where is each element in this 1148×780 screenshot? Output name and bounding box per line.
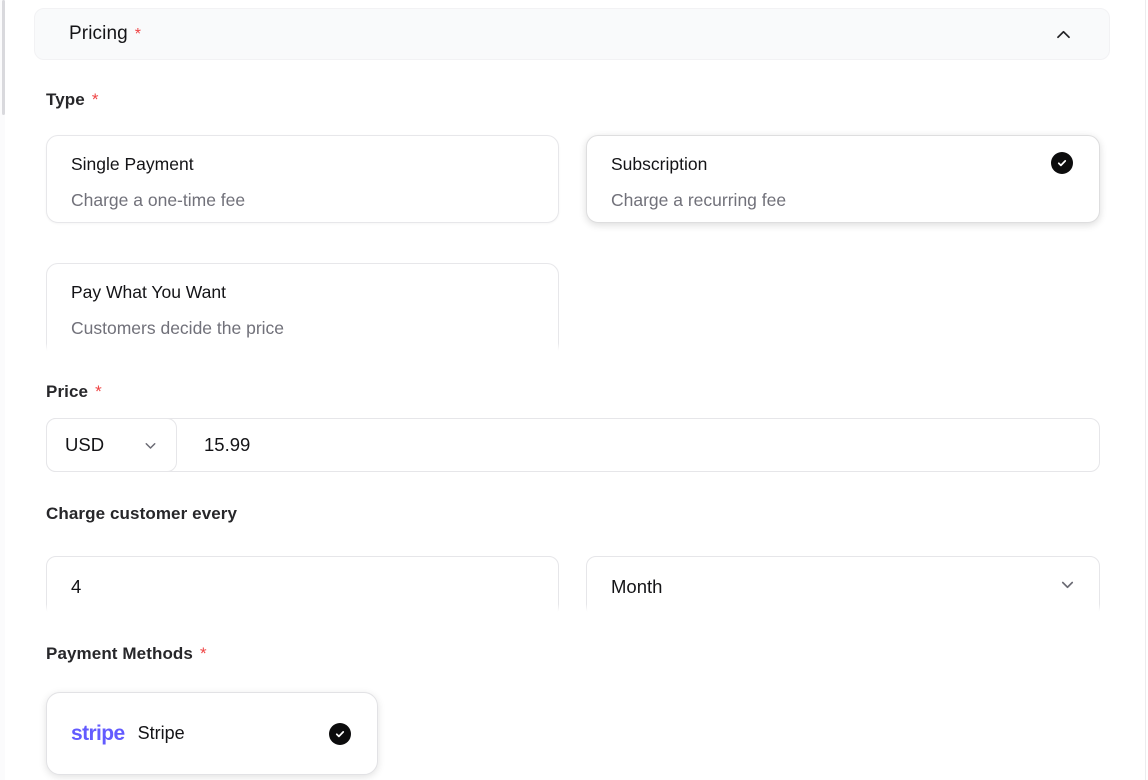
option-description: Customers decide the price: [71, 317, 534, 339]
type-option-subscription[interactable]: Subscription Charge a recurring fee: [586, 135, 1100, 223]
currency-selected-value: USD: [65, 434, 104, 456]
interval-field-label: Charge customer every: [46, 504, 237, 524]
chevron-up-icon[interactable]: [1054, 25, 1073, 44]
interval-count-input[interactable]: [46, 556, 559, 613]
option-title: Single Payment: [71, 153, 534, 175]
price-input[interactable]: [176, 419, 1099, 471]
type-option-single-payment[interactable]: Single Payment Charge a one-time fee: [46, 135, 559, 223]
price-input-group: USD: [46, 418, 1100, 472]
interval-unit-select[interactable]: Month: [586, 556, 1100, 613]
type-label-text: Type: [46, 90, 85, 109]
type-field-label: Type *: [46, 90, 99, 110]
option-description: Charge a recurring fee: [611, 189, 1075, 211]
section-title-text: Pricing: [69, 23, 128, 44]
required-asterisk: *: [200, 644, 207, 663]
pricing-section-title: Pricing *: [69, 23, 141, 45]
chevron-down-icon: [1058, 575, 1077, 594]
chevron-down-icon: [142, 437, 159, 454]
payment-methods-field-label: Payment Methods *: [46, 644, 207, 664]
payment-method-stripe[interactable]: stripe Stripe: [46, 692, 378, 775]
required-asterisk: *: [135, 26, 141, 43]
currency-select[interactable]: USD: [46, 418, 177, 472]
check-circle-icon: [1051, 152, 1073, 174]
check-circle-icon: [329, 723, 351, 745]
price-label-text: Price: [46, 382, 88, 401]
payment-method-name: Stripe: [138, 723, 185, 744]
option-title: Pay What You Want: [71, 281, 534, 303]
type-option-clip-wrapper: Pay What You Want Customers decide the p…: [46, 263, 559, 352]
interval-count-clip-wrapper: [46, 556, 559, 613]
pricing-panel: Pricing * Type * Single Payment Charge a o…: [0, 0, 1146, 780]
option-description: Charge a one-time fee: [71, 189, 534, 211]
left-scrollbar-track[interactable]: [0, 0, 5, 780]
stripe-logo: stripe: [71, 722, 125, 746]
required-asterisk: *: [95, 382, 102, 401]
interval-unit-clip-wrapper: Month: [586, 556, 1100, 613]
pricing-section-header[interactable]: Pricing *: [34, 8, 1110, 60]
left-scrollbar-thumb[interactable]: [2, 0, 5, 115]
required-asterisk: *: [92, 90, 99, 109]
price-field-label: Price *: [46, 382, 102, 402]
type-option-pay-what-you-want[interactable]: Pay What You Want Customers decide the p…: [46, 263, 559, 352]
payment-methods-label-text: Payment Methods: [46, 644, 193, 663]
interval-unit-selected-value: Month: [611, 576, 662, 598]
option-title: Subscription: [611, 153, 1075, 175]
